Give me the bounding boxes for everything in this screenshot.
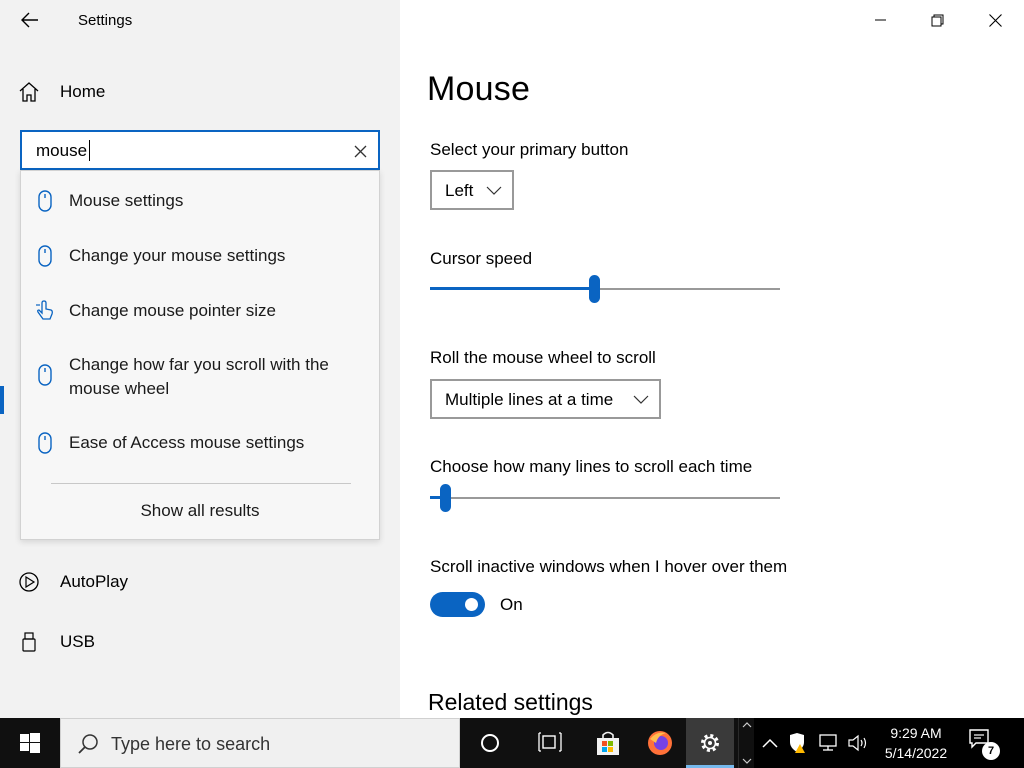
- slider-thumb[interactable]: [589, 275, 600, 303]
- suggestion-label: Change mouse pointer size: [69, 301, 276, 320]
- sidebar-item-label: USB: [60, 632, 95, 651]
- wheel-scroll-label: Roll the mouse wheel to scroll: [430, 348, 656, 367]
- taskbar-search-placeholder: Type here to search: [111, 734, 271, 754]
- search-input-value: mouse: [36, 141, 88, 160]
- volume-tray-button[interactable]: [846, 731, 870, 755]
- suggestion-label: Change how far you scroll with the mouse…: [69, 355, 329, 398]
- inactive-scroll-label: Scroll inactive windows when I hover ove…: [430, 557, 788, 576]
- mouse-icon: [38, 190, 52, 212]
- toggle-knob: [465, 598, 478, 611]
- sidebar-item-home[interactable]: Home: [18, 78, 105, 106]
- usb-icon: [22, 632, 36, 652]
- sidebar-item-usb[interactable]: USB: [18, 628, 95, 656]
- mouse-icon: [38, 245, 52, 267]
- show-hidden-icons-button[interactable]: [758, 731, 782, 755]
- settings-sidebar: Settings Home mouse AutoPlay USB Mouse s…: [0, 0, 400, 718]
- task-view-button[interactable]: [526, 718, 574, 768]
- clock-time: 9:29 AM: [890, 725, 942, 741]
- app-title: Settings: [78, 12, 133, 29]
- network-icon: [819, 734, 837, 751]
- minimize-icon: [875, 19, 886, 21]
- scroll-arrows-icon: [742, 722, 752, 764]
- search-suggestions-dropdown: Mouse settings Change your mouse setting…: [20, 170, 380, 540]
- minimize-button[interactable]: [858, 0, 904, 40]
- close-window-button[interactable]: [972, 0, 1018, 40]
- start-button[interactable]: [0, 718, 60, 768]
- system-tray: 9:29 AM 5/14/2022 7: [754, 718, 1024, 768]
- cortana-button[interactable]: [466, 718, 514, 768]
- back-button[interactable]: [14, 6, 46, 34]
- chevron-down-icon: [486, 186, 502, 195]
- slider-track: [430, 497, 780, 499]
- sidebar-item-label: AutoPlay: [60, 572, 129, 591]
- suggestion-label: Ease of Access mouse settings: [69, 433, 305, 452]
- taskbar-search-box[interactable]: Type here to search: [60, 718, 460, 768]
- action-center-button[interactable]: 7: [968, 728, 1000, 760]
- inactive-scroll-toggle[interactable]: [430, 592, 485, 617]
- primary-button-label: Select your primary button: [430, 140, 629, 159]
- cursor-speed-label: Cursor speed: [430, 249, 533, 268]
- settings-search-input[interactable]: mouse: [20, 130, 380, 170]
- network-tray-button[interactable]: [816, 731, 840, 755]
- suggestion-label: Change your mouse settings: [69, 246, 286, 265]
- slider-fill: [430, 287, 595, 290]
- lines-to-scroll-slider[interactable]: [430, 483, 780, 513]
- show-all-results-button[interactable]: Show all results: [21, 501, 379, 521]
- settings-taskbar-button[interactable]: [686, 718, 734, 768]
- shield-warning-icon: [790, 733, 805, 753]
- cursor-speed-slider[interactable]: [430, 274, 780, 304]
- notification-count-badge: 7: [982, 742, 1000, 760]
- text-caret: [89, 140, 90, 161]
- select-value: Left: [445, 181, 474, 200]
- lines-to-scroll-label: Choose how many lines to scroll each tim…: [430, 457, 753, 476]
- back-arrow-icon: [21, 12, 38, 28]
- title-bar: Settings: [0, 0, 400, 40]
- taskbar-clock[interactable]: 9:29 AM 5/14/2022: [872, 723, 960, 763]
- related-settings-heading: Related settings: [428, 689, 593, 715]
- taskbar: Type here to search 9:29 AM 5/14/2022 7: [0, 718, 1024, 768]
- gear-icon: [701, 734, 719, 752]
- microsoft-store-button[interactable]: [584, 718, 632, 768]
- clock-date: 5/14/2022: [884, 745, 948, 761]
- firefox-button[interactable]: [636, 718, 684, 768]
- close-icon: [354, 145, 366, 157]
- cortana-icon: [481, 734, 499, 752]
- select-value: Multiple lines at a time: [445, 390, 614, 409]
- home-icon: [19, 82, 39, 102]
- chevron-up-icon: [762, 738, 778, 748]
- slider-thumb[interactable]: [440, 484, 451, 512]
- mouse-icon: [38, 364, 52, 386]
- mouse-icon: [38, 432, 52, 454]
- sidebar-item-label: Home: [60, 82, 106, 101]
- security-tray-button[interactable]: [786, 731, 810, 755]
- pointer-hand-icon: [36, 300, 53, 320]
- search-icon: [78, 734, 98, 754]
- firefox-icon: [648, 731, 672, 755]
- page-title: Mouse: [427, 70, 531, 108]
- clear-search-button[interactable]: [350, 141, 370, 161]
- chevron-down-icon: [633, 395, 649, 404]
- dropdown-divider: [51, 483, 351, 484]
- close-icon: [988, 13, 1002, 27]
- autoplay-icon: [19, 572, 39, 592]
- taskbar-scroll-buttons[interactable]: [738, 718, 754, 768]
- primary-button-select[interactable]: Left: [430, 170, 514, 210]
- restore-button[interactable]: [914, 0, 960, 40]
- suggestion-label: Mouse settings: [69, 191, 184, 210]
- volume-icon: [848, 734, 867, 752]
- sidebar-item-autoplay[interactable]: AutoPlay: [18, 568, 128, 596]
- store-icon: [597, 731, 619, 755]
- restore-icon: [931, 14, 943, 26]
- windows-logo-icon: [20, 733, 40, 753]
- wheel-scroll-select[interactable]: Multiple lines at a time: [430, 379, 661, 419]
- toggle-state-label: On: [500, 595, 523, 614]
- task-view-icon: [538, 732, 562, 752]
- selected-item-indicator: [0, 386, 4, 414]
